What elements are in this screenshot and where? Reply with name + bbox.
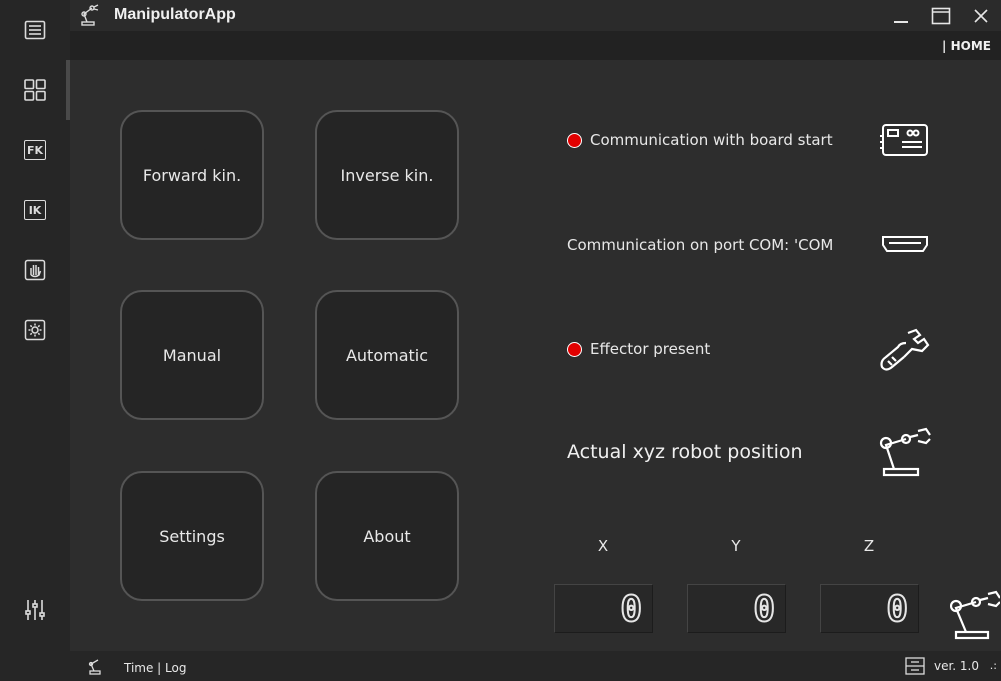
circuit-board-icon — [880, 124, 928, 156]
sidebar-item-settings[interactable] — [0, 308, 70, 352]
automatic-button[interactable]: Automatic — [315, 290, 459, 420]
z-position-display: 0 — [820, 584, 919, 633]
about-button[interactable]: About — [315, 471, 459, 601]
version-label: ver. 1.0 — [933, 659, 979, 673]
sliders-icon — [25, 600, 45, 620]
y-position-value: 0 — [752, 589, 776, 631]
sidebar-item-manual[interactable] — [0, 248, 70, 292]
resize-layout-icon[interactable] — [905, 657, 925, 675]
position-title: Actual xyz robot position — [567, 441, 803, 463]
title-bar: ManipulatorApp — [70, 0, 1001, 31]
time-log-label: Time | Log — [124, 661, 187, 675]
settings-gear-icon — [24, 319, 46, 341]
x-position-display: 0 — [554, 584, 653, 633]
wrench-hand-icon — [880, 328, 930, 371]
sidebar-sliders-button[interactable] — [0, 588, 70, 632]
x-axis-label: X — [597, 537, 609, 555]
forward-kinematics-icon: FK — [24, 140, 46, 160]
sidebar-menu-button[interactable] — [0, 8, 70, 52]
manual-button[interactable]: Manual — [120, 290, 264, 420]
robot-arm-logo-icon — [81, 4, 99, 26]
y-axis-label: Y — [731, 537, 741, 555]
y-position-display: 0 — [687, 584, 786, 633]
app-title: ManipulatorApp — [114, 6, 236, 23]
close-icon — [974, 9, 988, 23]
effector-status-led — [567, 341, 582, 357]
z-axis-label: Z — [863, 537, 875, 555]
maximize-button[interactable] — [926, 3, 956, 29]
breadcrumb-bar: | HOME — [70, 31, 1001, 60]
minimize-button[interactable] — [886, 3, 916, 29]
status-bar: Time | Log ver. 1.0 .: — [70, 651, 1001, 681]
robot-logo-small-icon — [88, 659, 101, 675]
maximize-icon — [931, 7, 951, 25]
z-position-value: 0 — [885, 589, 909, 631]
board-status-row: Communication with board start — [567, 131, 833, 149]
x-position-value: 0 — [619, 589, 643, 631]
robot-arm-small-icon — [950, 590, 1000, 640]
manipulator-app-window: FK IK ManipulatorApp | HOME Forward kin.… — [0, 0, 1001, 681]
close-button[interactable] — [966, 3, 996, 29]
forward-kinematics-button[interactable]: Forward kin. — [120, 110, 264, 240]
sidebar-item-inverse-kinematics[interactable]: IK — [0, 188, 70, 232]
port-status-row: Communication on port COM: 'COM — [567, 236, 833, 254]
minimize-icon — [894, 21, 908, 23]
settings-button[interactable]: Settings — [120, 471, 264, 601]
hand-icon — [24, 259, 46, 281]
board-status-label: Communication with board start — [590, 131, 833, 149]
sidebar: FK IK — [0, 0, 70, 681]
effector-status-row: Effector present — [567, 340, 710, 358]
board-status-led — [567, 132, 582, 148]
resize-grip[interactable]: .: — [990, 659, 997, 672]
inverse-kinematics-icon: IK — [24, 200, 46, 220]
sidebar-item-home[interactable] — [0, 68, 70, 112]
breadcrumb: | HOME — [942, 39, 991, 53]
port-status-label: Communication on port COM: 'COM — [567, 236, 834, 254]
robot-arm-icon — [879, 427, 931, 477]
menu-icon — [24, 20, 46, 40]
sidebar-item-forward-kinematics[interactable]: FK — [0, 128, 70, 172]
effector-status-label: Effector present — [590, 340, 711, 358]
inverse-kinematics-button[interactable]: Inverse kin. — [315, 110, 459, 240]
home-grid-icon — [24, 79, 46, 101]
hdmi-port-icon — [882, 236, 928, 252]
